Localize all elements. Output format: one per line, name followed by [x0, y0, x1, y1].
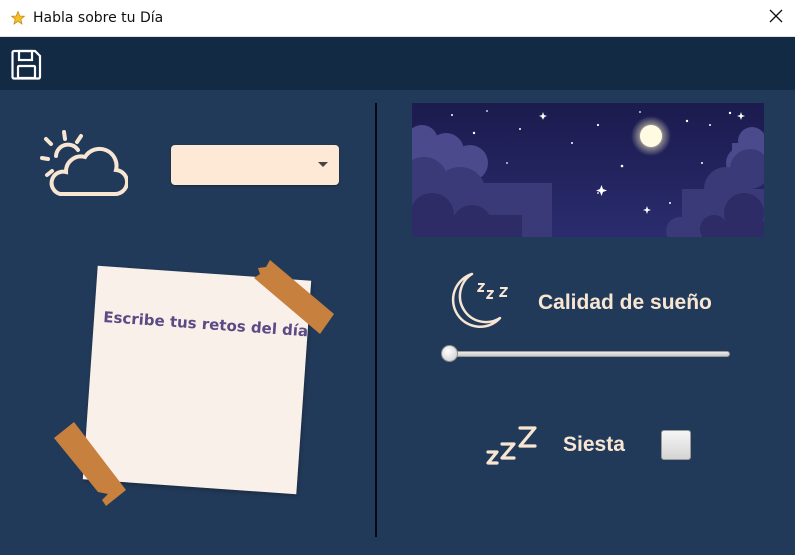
save-button[interactable] — [10, 48, 43, 81]
title-bar: Habla sobre tu Día — [0, 0, 795, 37]
night-sky-moon-image — [412, 103, 764, 237]
nap-checkbox[interactable] — [661, 430, 691, 460]
nap-label: Siesta — [563, 433, 625, 456]
chevron-down-icon — [318, 162, 328, 167]
close-button[interactable] — [757, 0, 795, 36]
slider-track — [446, 351, 730, 357]
slider-thumb[interactable] — [441, 345, 458, 362]
zzz-icon — [484, 422, 540, 473]
partly-cloudy-icon — [40, 130, 129, 205]
window-title: Habla sobre tu Día — [33, 10, 164, 26]
toolbar — [0, 37, 795, 90]
weather-dropdown[interactable] — [171, 145, 339, 185]
sleep-quality-label: Calidad de sueño — [538, 291, 712, 314]
star-icon — [10, 10, 26, 30]
floppy-disk-icon — [10, 49, 43, 85]
tape-bottom-left — [52, 420, 128, 513]
panel-divider — [375, 103, 377, 537]
sleep-quality-slider[interactable] — [440, 344, 732, 366]
moon-zzz-icon — [446, 270, 516, 339]
close-icon — [769, 9, 783, 28]
tape-top-right — [250, 258, 336, 341]
